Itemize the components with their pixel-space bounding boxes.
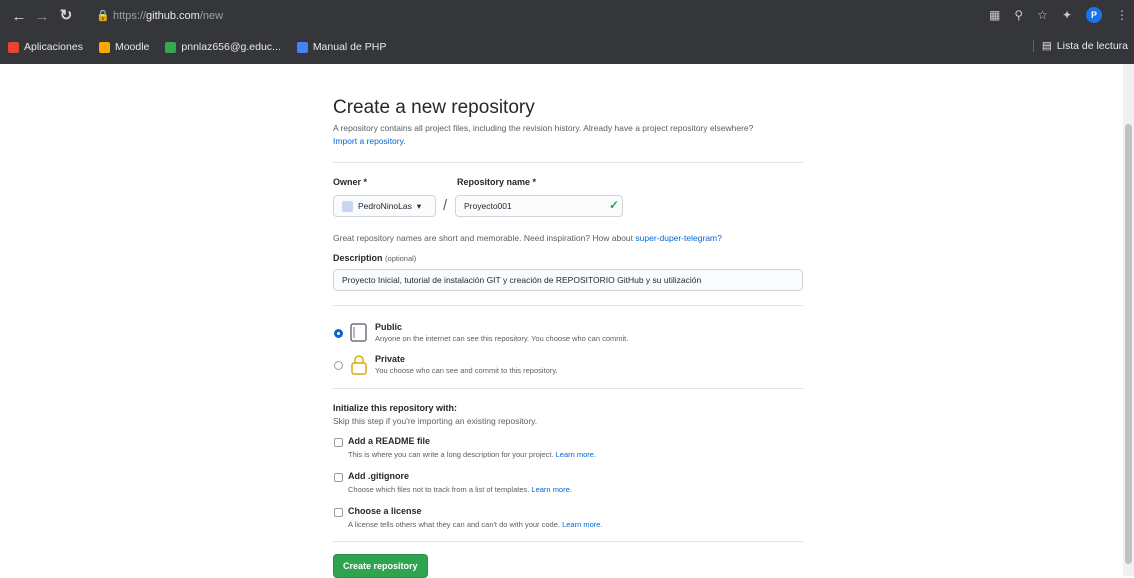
scrollbar[interactable] <box>1123 64 1134 576</box>
init-subtitle: Skip this step if you're importing an ex… <box>333 416 538 426</box>
bookmark-email[interactable]: pnnlaz656@g.educ... <box>165 41 281 53</box>
divider <box>333 305 803 306</box>
star-icon[interactable]: ☆ <box>1037 8 1048 22</box>
extensions-icon[interactable]: ✦ <box>1062 8 1072 22</box>
create-repository-button[interactable]: Create repository <box>333 554 428 578</box>
license-description: A license tells others what they can and… <box>348 520 603 529</box>
url-host: github.com <box>146 10 200 22</box>
zoom-icon[interactable]: ⚲ <box>1014 8 1023 22</box>
translate-icon[interactable]: ▦ <box>989 8 1000 22</box>
optional-tag: (optional) <box>385 254 417 263</box>
bookmark-label: Manual de PHP <box>312 41 387 53</box>
owner-avatar <box>342 200 353 212</box>
owner-dropdown[interactable]: PedroNinoLas ▾ <box>333 195 436 217</box>
owner-label: Owner * <box>333 177 368 187</box>
owner-value: PedroNinoLas <box>358 201 412 211</box>
new-repository-form: Create a new repository A repository con… <box>333 97 803 578</box>
browser-toolbar: ← → ↻ 🔒 https://github.com/new ▦ ⚲ ☆ ✦ P… <box>0 0 1134 34</box>
browser-chrome: ← → ↻ 🔒 https://github.com/new ▦ ⚲ ☆ ✦ P… <box>0 0 1134 64</box>
check-icon: ✓ <box>609 198 620 212</box>
bookmark-label: Aplicaciones <box>24 41 83 53</box>
private-description: You choose who can see and commit to thi… <box>375 366 558 375</box>
bookmark-apps[interactable]: Aplicaciones <box>8 41 83 53</box>
readme-title: Add a README file <box>348 436 431 446</box>
suggestion-link[interactable]: super-duper-telegram? <box>635 233 721 243</box>
license-option[interactable]: Choose a license A license tells others … <box>333 504 803 539</box>
repo-name-input[interactable]: Proyecto001 <box>455 195 623 217</box>
divider <box>333 388 803 389</box>
bookmarks-bar: Aplicaciones Moodle pnnlaz656@g.educ... … <box>0 34 1134 60</box>
page-subtitle: A repository contains all project files,… <box>333 122 803 148</box>
owner-repo-row: Owner * Repository name * PedroNinoLas ▾… <box>333 177 803 227</box>
reading-list-label: Lista de lectura <box>1056 40 1128 52</box>
init-title: Initialize this repository with: <box>333 403 458 413</box>
public-title: Public <box>375 322 403 332</box>
back-arrow-icon[interactable]: ← <box>8 8 30 25</box>
readme-description: This is where you can write a long descr… <box>348 450 596 459</box>
gitignore-title: Add .gitignore <box>348 471 409 481</box>
bookmark-label: pnnlaz656@g.educ... <box>181 41 281 53</box>
bookmark-label: Moodle <box>114 41 150 53</box>
readme-desc-text: This is where you can write a long descr… <box>348 450 554 459</box>
learn-more-link[interactable]: Learn more. <box>562 520 602 529</box>
repo-name-label: Repository name * <box>457 177 537 187</box>
divider <box>333 541 803 542</box>
menu-icon[interactable]: ⋮ <box>1116 8 1128 22</box>
lock-icon <box>351 355 367 375</box>
import-repository-link[interactable]: Import a repository. <box>333 136 406 146</box>
apps-grid-icon <box>8 41 19 53</box>
gitignore-description: Choose which files not to track from a l… <box>348 485 572 494</box>
description-input[interactable]: Proyecto Inicial, tutorial de instalació… <box>333 269 803 291</box>
url-path: /new <box>199 10 224 22</box>
public-description: Anyone on the internet can see this repo… <box>375 334 629 343</box>
lock-icon: 🔒 <box>96 10 110 22</box>
divider <box>333 162 803 163</box>
php-icon <box>296 41 308 53</box>
license-title: Choose a license <box>348 506 422 516</box>
slash-separator: / <box>443 197 448 214</box>
license-desc-text: A license tells others what they can and… <box>348 520 560 529</box>
visibility-private-option[interactable]: Private You choose who can see and commi… <box>333 352 803 384</box>
repo-name-hint: Great repository names are short and mem… <box>333 233 803 243</box>
readme-option[interactable]: Add a README file This is where you can … <box>333 434 803 469</box>
forward-arrow-icon[interactable]: → <box>31 8 53 25</box>
readme-checkbox[interactable] <box>334 438 343 447</box>
learn-more-link[interactable]: Learn more. <box>531 485 571 494</box>
gitignore-checkbox[interactable] <box>334 473 343 482</box>
subtitle-text: A repository contains all project files,… <box>333 123 754 133</box>
private-radio[interactable] <box>334 361 343 370</box>
gitignore-option[interactable]: Add .gitignore Choose which files not to… <box>333 469 803 504</box>
reading-list-button[interactable]: ▤ Lista de lectura <box>1032 40 1128 52</box>
reading-list-icon: ▤ <box>1041 40 1052 52</box>
url-text[interactable]: https://github.com/new <box>113 10 223 22</box>
bookmark-moodle[interactable]: Moodle <box>98 41 150 53</box>
url-scheme: https:// <box>113 10 147 22</box>
scrollbar-thumb[interactable] <box>1125 124 1132 564</box>
moodle-icon <box>98 41 110 53</box>
private-title: Private <box>375 354 406 364</box>
description-label-text: Description <box>333 253 383 263</box>
hint-text: Great repository names are short and mem… <box>333 233 634 243</box>
profile-avatar[interactable]: P <box>1086 7 1102 23</box>
address-bar[interactable]: 🔒 https://github.com/new <box>86 5 956 28</box>
learn-more-link[interactable]: Learn more. <box>556 450 596 459</box>
repo-book-icon <box>350 323 367 342</box>
gitignore-desc-text: Choose which files not to track from a l… <box>348 485 530 494</box>
public-radio[interactable] <box>334 329 343 338</box>
toolbar-right-icons: ▦ ⚲ ☆ ✦ P ⋮ <box>989 7 1128 23</box>
bookmark-php-manual[interactable]: Manual de PHP <box>296 41 387 53</box>
visibility-public-option[interactable]: Public Anyone on the internet can see th… <box>333 320 803 352</box>
license-checkbox[interactable] <box>334 508 343 517</box>
description-label: Description (optional) <box>333 253 803 263</box>
caret-down-icon: ▾ <box>416 200 422 211</box>
reload-icon[interactable]: ↻ <box>55 6 77 24</box>
mail-icon <box>165 41 177 53</box>
page-title: Create a new repository <box>333 97 535 118</box>
